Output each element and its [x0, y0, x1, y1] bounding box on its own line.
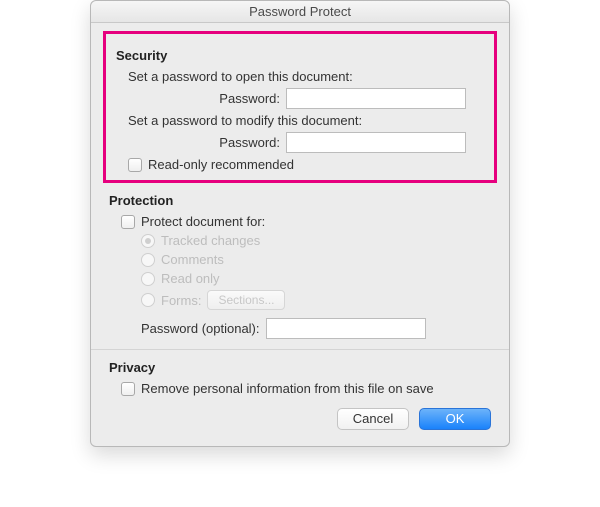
remove-personal-info-checkbox[interactable] [121, 382, 135, 396]
comments-radio[interactable] [141, 253, 155, 267]
forms-radio[interactable] [141, 293, 155, 307]
dialog-buttons: Cancel OK [109, 408, 491, 430]
readonly-radio[interactable] [141, 272, 155, 286]
sections-button[interactable]: Sections... [207, 290, 285, 310]
open-password-input[interactable] [286, 88, 466, 109]
open-password-label: Password: [116, 91, 286, 106]
tracked-changes-radio[interactable] [141, 234, 155, 248]
window-title: Password Protect [91, 1, 509, 23]
protection-password-input[interactable] [266, 318, 426, 339]
dialog-content: Security Set a password to open this doc… [91, 23, 509, 446]
readonly-recommended-label: Read-only recommended [148, 157, 294, 172]
readonly-recommended-checkbox[interactable] [128, 158, 142, 172]
protect-document-checkbox[interactable] [121, 215, 135, 229]
forms-label: Forms: [161, 293, 201, 308]
protection-radio-group: Tracked changes Comments Read only Forms… [141, 233, 491, 310]
ok-button[interactable]: OK [419, 408, 491, 430]
modify-password-instruction: Set a password to modify this document: [128, 113, 484, 128]
protect-document-label: Protect document for: [141, 214, 265, 229]
protection-password-label: Password (optional): [141, 321, 260, 336]
tracked-changes-label: Tracked changes [161, 233, 260, 248]
divider [91, 349, 509, 350]
remove-personal-info-label: Remove personal information from this fi… [141, 381, 434, 396]
security-section-highlight: Security Set a password to open this doc… [103, 31, 497, 183]
protection-heading: Protection [109, 193, 491, 208]
modify-password-input[interactable] [286, 132, 466, 153]
comments-label: Comments [161, 252, 224, 267]
cancel-button[interactable]: Cancel [337, 408, 409, 430]
privacy-heading: Privacy [109, 360, 491, 375]
password-protect-dialog: Password Protect Security Set a password… [90, 0, 510, 447]
modify-password-label: Password: [116, 135, 286, 150]
security-heading: Security [116, 48, 484, 63]
open-password-instruction: Set a password to open this document: [128, 69, 484, 84]
readonly-label: Read only [161, 271, 220, 286]
